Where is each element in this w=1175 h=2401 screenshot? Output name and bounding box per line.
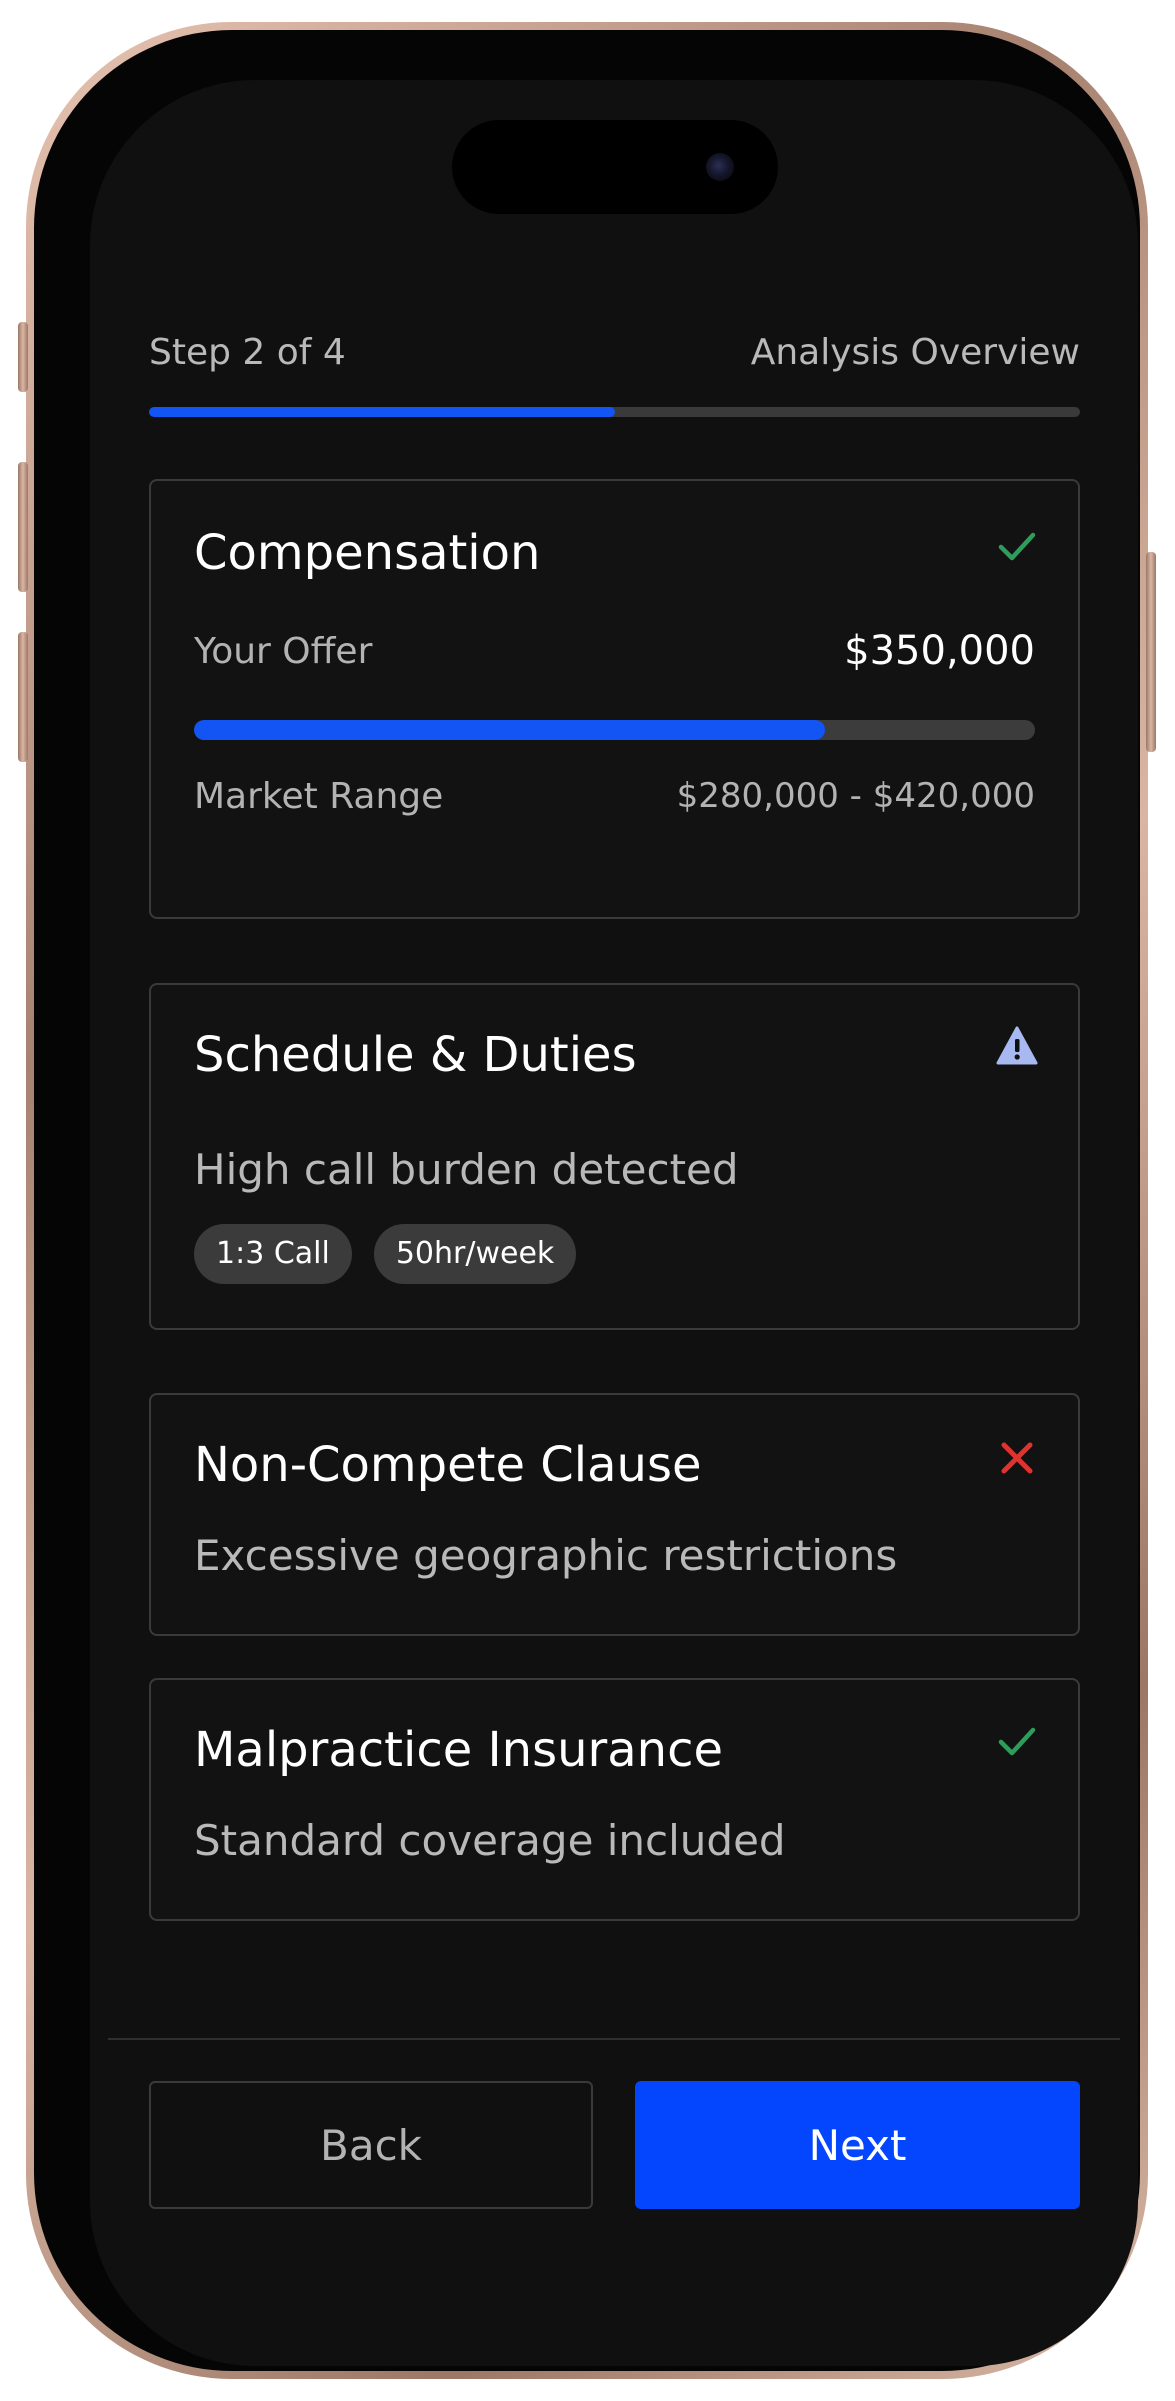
schedule-card[interactable]: Schedule & Duties High call burden detec… xyxy=(149,983,1080,1330)
section-title: Analysis Overview xyxy=(750,331,1080,373)
schedule-chips: 1:3 Call 50hr/week xyxy=(194,1224,577,1284)
compensation-card[interactable]: Compensation Your Offer $350,000 Market … xyxy=(149,479,1080,919)
back-button[interactable]: Back xyxy=(149,2081,593,2209)
check-icon xyxy=(998,1727,1036,1756)
power-button xyxy=(1146,552,1156,752)
volume-down-button xyxy=(18,632,28,762)
market-row: Market Range $280,000 - $420,000 xyxy=(194,773,1035,819)
check-icon xyxy=(998,532,1036,561)
step-progress-fill xyxy=(149,407,615,417)
chip-call: 1:3 Call xyxy=(194,1224,352,1284)
card-title: Non-Compete Clause xyxy=(194,1437,702,1493)
chip-hours: 50hr/week xyxy=(373,1224,577,1284)
phone-frame: Step 2 of 4 Analysis Overview Compensati… xyxy=(18,22,1156,2379)
schedule-description: High call burden detected xyxy=(194,1145,739,1194)
card-title: Compensation xyxy=(194,525,541,581)
step-label: Step 2 of 4 xyxy=(149,331,346,373)
non-compete-card[interactable]: Non-Compete Clause Excessive geographic … xyxy=(149,1393,1080,1636)
footer-divider xyxy=(108,2038,1120,2040)
market-value: $280,000 - $420,000 xyxy=(676,776,1035,816)
close-icon xyxy=(1001,1442,1033,1474)
malpractice-card[interactable]: Malpractice Insurance Standard coverage … xyxy=(149,1678,1080,1921)
screen: Step 2 of 4 Analysis Overview Compensati… xyxy=(90,80,1138,2366)
non-compete-description: Excessive geographic restrictions xyxy=(194,1531,898,1580)
step-header: Step 2 of 4 Analysis Overview xyxy=(149,330,1080,374)
warning-icon xyxy=(996,1026,1038,1065)
malpractice-description: Standard coverage included xyxy=(194,1816,786,1865)
offer-comparison-fill xyxy=(194,720,825,740)
card-title: Malpractice Insurance xyxy=(194,1722,724,1778)
camera-icon xyxy=(706,153,734,181)
dynamic-island xyxy=(452,120,778,214)
offer-value: $350,000 xyxy=(844,628,1035,674)
step-progress-bar xyxy=(149,407,1080,417)
offer-row: Your Offer $350,000 xyxy=(194,626,1035,676)
card-title: Schedule & Duties xyxy=(194,1027,637,1083)
action-button xyxy=(18,322,28,392)
offer-label: Your Offer xyxy=(194,630,373,672)
volume-up-button xyxy=(18,462,28,592)
market-label: Market Range xyxy=(194,775,444,817)
offer-comparison-bar xyxy=(194,720,1035,740)
next-button[interactable]: Next xyxy=(635,2081,1080,2209)
